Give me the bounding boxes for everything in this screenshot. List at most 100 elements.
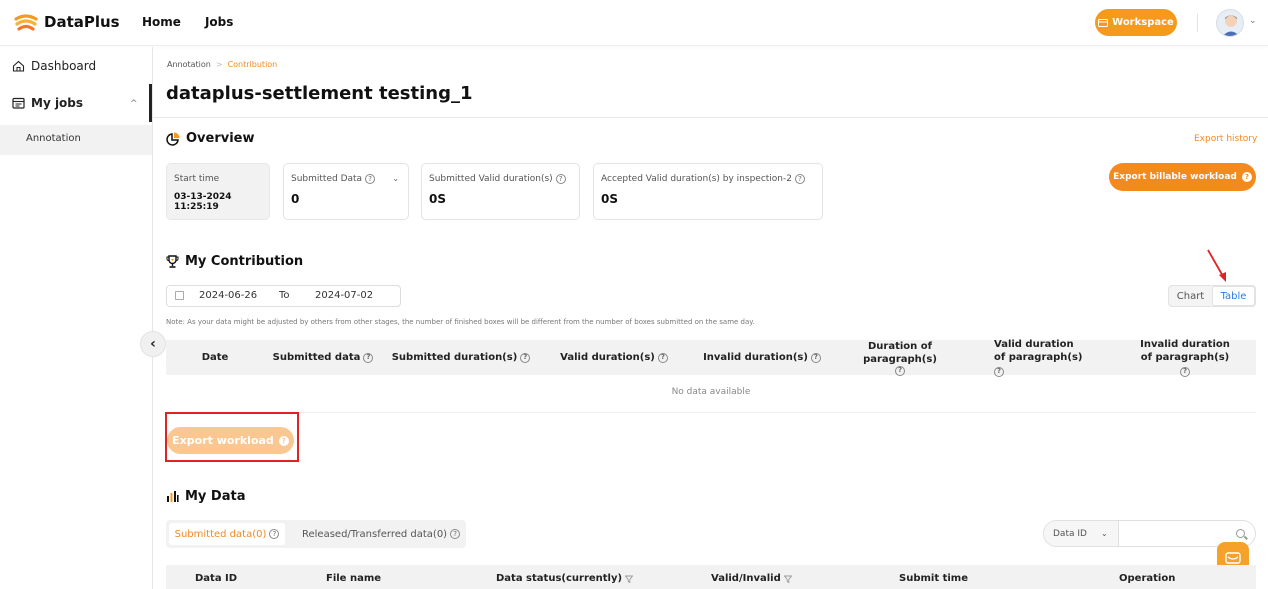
tab-submitted-data[interactable]: Submitted data(0)? [169,523,285,545]
start-time-label: Start time [174,174,220,184]
submitted-data-card[interactable]: Submitted Data? ⌄ 0 [283,163,409,220]
column-label: Operation [1119,573,1176,584]
column-header: Submit time [899,573,968,584]
bar-chart-icon [167,491,179,502]
toggle-table[interactable]: Table [1211,286,1255,306]
workspace-button[interactable]: Workspace [1095,9,1177,36]
accepted-valid-label-row: Accepted Valid duration(s) by inspection… [601,174,805,184]
help-icon[interactable]: ? [657,352,668,363]
chevron-up-icon[interactable]: ^ [130,99,138,109]
submitted-valid-label: Submitted Valid duration(s) [429,174,553,184]
date-to[interactable]: 2024-07-02 [315,290,373,301]
breadcrumb-current: Contribution [227,60,278,69]
column-label: Duration of paragraph(s) [863,340,937,365]
export-workload-button[interactable]: Export workload ? [167,427,294,454]
date-to-label: To [279,290,290,301]
nav-jobs[interactable]: Jobs [205,15,233,29]
help-icon[interactable]: ? [794,174,805,184]
contribution-table-header: Date Submitted data? Submitted duration(… [166,339,1256,377]
column-label: Data ID [195,573,238,584]
home-icon [12,60,25,72]
help-icon: ? [278,435,289,446]
chevron-down-icon[interactable]: ⌄ [392,174,399,183]
help-icon[interactable]: ? [555,174,566,184]
export-billable-workload-button[interactable]: Export billable workload ? [1109,163,1256,191]
brand-logo[interactable]: DataPlus [14,11,120,33]
filter-icon[interactable] [783,575,792,583]
help-icon[interactable]: ? [365,174,376,184]
filter-icon[interactable] [625,575,634,583]
column-label: Valid/Invalid [711,573,781,584]
workspace-icon [1098,18,1109,27]
export-history-link[interactable]: Export history [1194,134,1257,144]
user-avatar[interactable] [1216,9,1244,37]
help-icon[interactable]: ? [269,529,280,539]
view-toggle: Chart Table [1168,285,1256,307]
sidebar-item-my-jobs[interactable]: My jobs [12,96,83,110]
column-label: File name [326,573,382,584]
jobs-icon [12,97,25,109]
help-icon[interactable]: ? [994,366,1004,377]
header-divider [1197,14,1198,32]
date-from[interactable]: 2024-06-26 [199,290,257,301]
column-header: File name [326,573,381,584]
help-icon[interactable]: ? [895,365,905,376]
submitted-data-value: 0 [291,192,300,206]
mail-icon [1225,552,1241,564]
search-field-select[interactable]: Data ID ⌄ [1044,521,1119,546]
accepted-valid-value: 0S [601,192,618,206]
submitted-data-label: Submitted Data [291,174,363,184]
chevron-left-icon: ‹ [150,336,156,352]
search-field-value: Data ID [1053,528,1087,539]
overview-title: Overview [186,131,255,146]
column-label: Submit time [899,573,968,584]
column-header[interactable]: Valid/Invalid [711,573,792,584]
column-label: Valid duration of paragraph(s) [994,339,1083,363]
start-time-value: 03-13-2024 11:25:19 [174,192,232,212]
help-icon[interactable]: ? [450,529,461,539]
help-icon: ? [1241,172,1252,182]
column-label: Valid duration(s) [560,352,655,363]
column-header[interactable]: Data status(currently) [496,573,634,584]
sidebar-item-dashboard[interactable]: Dashboard [12,59,96,73]
search-icon[interactable] [1236,529,1245,538]
breadcrumb-separator-icon: > [215,60,223,69]
top-nav: Home Jobs [142,15,233,29]
help-icon[interactable]: ? [520,352,531,363]
dataplus-logo-icon [14,14,38,31]
nav-home[interactable]: Home [142,15,181,29]
column-header: Invalid duration of paragraph(s) ? [1114,339,1256,377]
column-label: Invalid duration of paragraph(s) [1140,339,1230,363]
workspace-label: Workspace [1112,17,1174,28]
date-range-picker[interactable]: 2024-06-26 To 2024-07-02 [166,285,401,307]
column-label: Invalid duration(s) [703,352,808,363]
help-icon[interactable]: ? [363,352,374,363]
column-header: Valid duration of paragraph(s) ? [964,339,1114,377]
column-label: Date [201,352,229,363]
my-contribution-title: My Contribution [185,254,304,269]
help-icon[interactable]: ? [1180,366,1190,377]
sidebar-item-annotation[interactable]: Annotation [0,125,152,155]
submitted-valid-label-row: Submitted Valid duration(s)? [429,174,566,184]
pie-chart-icon [166,132,180,146]
avatar-icon [1222,15,1240,36]
column-header: Operation [1119,573,1175,584]
my-contribution-heading: My Contribution [166,254,303,269]
empty-state: No data available [671,387,751,397]
breadcrumb-parent[interactable]: Annotation [167,60,211,69]
submitted-valid-value: 0S [429,192,446,206]
tab-released-transferred[interactable]: Released/Transferred data(0)? [302,523,461,545]
help-icon[interactable]: ? [810,352,821,363]
column-header: Date [166,340,264,375]
column-header: Invalid duration(s)? [688,340,836,375]
chevron-down-icon[interactable]: ⌄ [1249,16,1257,26]
sidebar-item-label: My jobs [31,96,84,110]
toggle-chart[interactable]: Chart [1169,286,1212,306]
my-data-tabs: Submitted data(0)? Released/Transferred … [166,520,466,548]
brand-name: DataPlus [44,13,120,31]
my-data-title: My Data [185,489,246,504]
divider [166,412,1256,413]
tab-label: Released/Transferred data(0) [302,528,448,540]
chevron-down-icon: ⌄ [1100,529,1108,538]
collapse-sidebar-button[interactable]: ‹ [140,331,166,357]
